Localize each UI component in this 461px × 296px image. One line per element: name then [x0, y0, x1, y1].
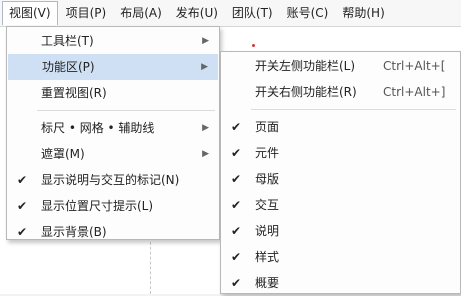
menu-item-ribbon[interactable]: 功能区(P) ▶: [8, 54, 218, 80]
checkmark-icon: ✔: [17, 173, 28, 187]
menu-item-label: 遮罩(M): [41, 147, 85, 161]
menu-item-label: 母版: [255, 172, 280, 186]
submenu-item-widgets[interactable]: ✔ 元件: [221, 140, 460, 166]
checkmark-icon: ✔: [231, 250, 242, 264]
menu-item-label: 重置视图(R): [41, 86, 107, 100]
menu-item-label: 标尺 • 网格 • 辅助线: [41, 121, 155, 135]
submenu-item-masters[interactable]: ✔ 母版: [221, 166, 460, 192]
menu-item-label: 显示背景(B): [41, 225, 107, 239]
menu-publish[interactable]: 发布(U): [170, 1, 224, 25]
shortcut-text: Ctrl+Alt+[: [383, 59, 446, 73]
checkmark-icon: ✔: [231, 198, 242, 212]
menu-item-label: 页面: [255, 120, 280, 134]
menu-item-label: 工具栏(T): [41, 34, 94, 48]
checkmark-icon: ✔: [231, 172, 242, 186]
menu-separator: [37, 110, 215, 111]
menu-separator: [251, 109, 456, 110]
checkmark-icon: ✔: [17, 199, 28, 213]
menu-item-label: 元件: [255, 146, 280, 160]
triangle-right-icon: ▶: [202, 149, 209, 159]
menu-layout[interactable]: 布局(A): [114, 1, 168, 25]
checkmark-icon: ✔: [231, 120, 242, 134]
menu-view[interactable]: 视图(V): [2, 1, 58, 25]
menu-item-label: 开关右侧功能栏(R): [255, 85, 357, 99]
menu-item-show-background[interactable]: ✔ 显示背景(B): [7, 219, 219, 245]
menu-team[interactable]: 团队(T): [226, 1, 279, 25]
checkmark-icon: ✔: [17, 225, 28, 239]
menu-item-toolbar[interactable]: 工具栏(T) ▶: [7, 28, 219, 54]
submenu-item-notes[interactable]: ✔ 说明: [221, 218, 460, 244]
submenu-item-toggle-right-pane[interactable]: 开关右侧功能栏(R) Ctrl+Alt+]: [221, 79, 460, 105]
menu-account[interactable]: 账号(C): [281, 1, 335, 25]
menu-item-label: 显示位置尺寸提示(L): [41, 199, 154, 213]
triangle-right-icon: ▶: [201, 62, 208, 72]
shortcut-text: Ctrl+Alt+]: [383, 85, 446, 99]
menu-item-show-size-hints[interactable]: ✔ 显示位置尺寸提示(L): [7, 193, 219, 219]
menu-project[interactable]: 项目(P): [60, 1, 113, 25]
submenu-item-toggle-left-pane[interactable]: 开关左侧功能栏(L) Ctrl+Alt+[: [221, 53, 460, 79]
canvas-marker: [252, 44, 255, 47]
menu-item-label: 交互: [255, 198, 280, 212]
menu-item-ruler-grid-guides[interactable]: 标尺 • 网格 • 辅助线 ▶: [7, 115, 219, 141]
menu-help[interactable]: 帮助(H): [336, 1, 390, 25]
checkmark-icon: ✔: [231, 224, 242, 238]
menu-item-mask[interactable]: 遮罩(M) ▶: [7, 141, 219, 167]
view-menu-dropdown: 工具栏(T) ▶ 功能区(P) ▶ 重置视图(R) 标尺 • 网格 • 辅助线 …: [6, 26, 220, 240]
ribbon-submenu: 开关左侧功能栏(L) Ctrl+Alt+[ 开关右侧功能栏(R) Ctrl+Al…: [220, 51, 461, 294]
submenu-item-outline[interactable]: ✔ 概要: [221, 270, 460, 296]
menu-item-show-notes-markers[interactable]: ✔ 显示说明与交互的标记(N): [7, 167, 219, 193]
checkmark-icon: ✔: [231, 276, 242, 290]
menu-item-label: 概要: [255, 276, 280, 290]
menu-item-reset-view[interactable]: 重置视图(R): [7, 80, 219, 106]
submenu-item-styles[interactable]: ✔ 样式: [221, 244, 460, 270]
menu-item-label: 开关左侧功能栏(L): [255, 59, 356, 73]
menu-bar: 视图(V) 项目(P) 布局(A) 发布(U) 团队(T) 账号(C) 帮助(H…: [0, 0, 461, 27]
menu-item-label: 功能区(P): [42, 60, 95, 74]
checkmark-icon: ✔: [231, 146, 242, 160]
menu-item-label: 说明: [255, 224, 280, 238]
submenu-item-interactions[interactable]: ✔ 交互: [221, 192, 460, 218]
menu-item-label: 样式: [255, 250, 280, 264]
submenu-item-pages[interactable]: ✔ 页面: [221, 114, 460, 140]
triangle-right-icon: ▶: [202, 36, 209, 46]
menu-item-label: 显示说明与交互的标记(N): [41, 173, 180, 187]
triangle-right-icon: ▶: [202, 123, 209, 133]
